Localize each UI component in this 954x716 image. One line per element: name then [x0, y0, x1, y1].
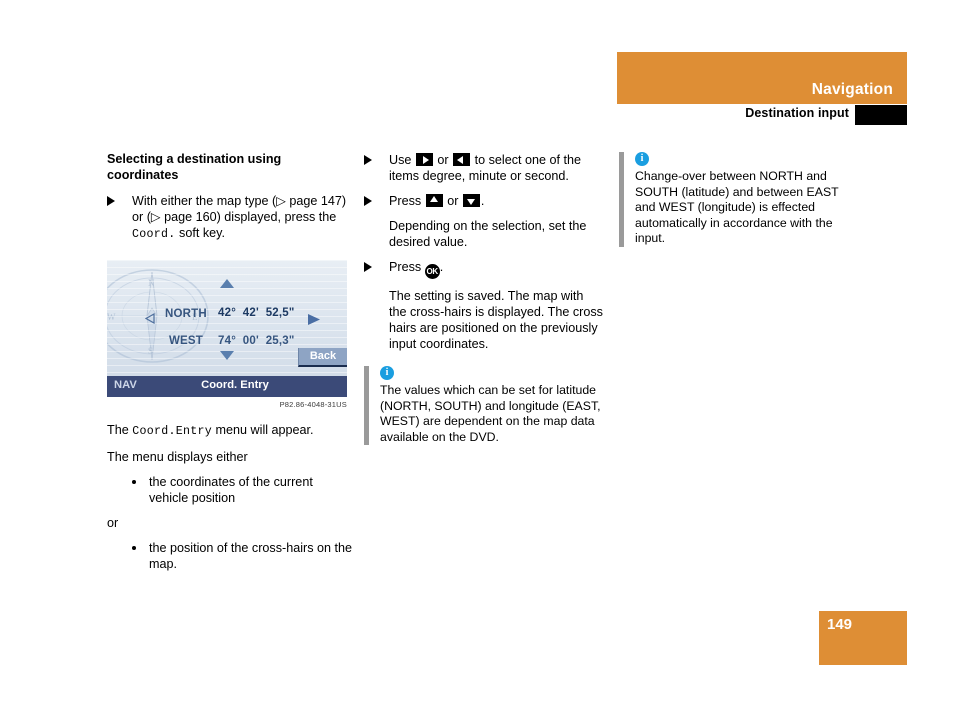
arrow-left-key-icon — [453, 153, 471, 166]
menu-appear-text: The Coord.Entry menu will appear. — [107, 422, 352, 440]
arrow-right-key-icon — [415, 153, 433, 166]
triangle-bullet-icon — [107, 196, 115, 206]
left-column-continued: The Coord.Entry menu will appear. The me… — [107, 422, 352, 581]
section-heading: Selecting a destination using coordinate… — [107, 152, 282, 182]
note-text: Change-over between NORTH and SOUTH (lat… — [635, 169, 839, 245]
step-item: With either the map type (▷ page 147) or… — [107, 193, 347, 243]
longitude-value[interactable]: 74° 00' 25,3" — [218, 335, 295, 347]
info-icon: i — [635, 152, 649, 166]
middle-column: Use or to select one of the items degree… — [364, 152, 604, 445]
screen-right-arrow-icon[interactable] — [307, 313, 321, 326]
step-text-a: Press — [389, 194, 425, 208]
nav-screen: N S W E NORTH 42° 42' 52,5" WEST 74° 00'… — [107, 260, 347, 376]
list-item-label: the coordinates of the current vehicle p… — [149, 475, 313, 505]
ok-key-icon: OK — [424, 264, 440, 279]
svg-text:W: W — [107, 312, 116, 322]
step-text-b: or — [433, 153, 453, 167]
bullet-list-first: the coordinates of the current vehicle p… — [107, 474, 352, 506]
header-subtitle: Destination input — [745, 106, 849, 120]
page-title: Navigation — [811, 81, 893, 98]
list-item-label: the position of the cross-hairs on the m… — [149, 541, 353, 571]
info-note-middle: i The values which can be set for latitu… — [364, 366, 604, 445]
back-soft-key[interactable]: Back — [298, 348, 347, 367]
nav-menu-title: Coord. Entry — [201, 379, 269, 391]
header-banner: Navigation — [617, 52, 907, 104]
menu-appear-text-a: The — [107, 423, 133, 437]
bullet-list-second: the position of the cross-hairs on the m… — [107, 540, 352, 572]
list-item: the position of the cross-hairs on the m… — [107, 540, 352, 572]
triangle-bullet-icon — [364, 155, 372, 165]
step-note-paragraph: Depending on the selection, set the desi… — [389, 219, 587, 249]
bullet-dot-icon — [132, 546, 136, 550]
page-number: 149 — [827, 616, 853, 633]
step-item: Press or . — [364, 193, 604, 209]
left-column: Selecting a destination using coordinate… — [107, 152, 347, 252]
info-note-right: i Change-over between NORTH and SOUTH (l… — [619, 152, 859, 247]
header-black-block — [855, 105, 907, 125]
step-text-c: . — [480, 194, 485, 208]
step-item: Press OK. — [364, 259, 604, 279]
navigation-screen-figure: N S W E NORTH 42° 42' 52,5" WEST 74° 00'… — [107, 260, 347, 409]
list-item: the coordinates of the current vehicle p… — [107, 474, 352, 506]
bullet-dot-icon — [132, 480, 136, 484]
menu-appear-text-b: menu will appear. — [212, 423, 314, 437]
step-text-a: With either the map type (▷ page 147) or… — [132, 194, 347, 224]
right-column: i Change-over between NORTH and SOUTH (l… — [619, 152, 859, 247]
triangle-bullet-icon — [364, 262, 372, 272]
note-rule — [619, 152, 624, 247]
svg-text:N: N — [148, 278, 155, 288]
page-number-banner: 149 — [819, 611, 907, 665]
figure-caption: P82.86-4048-31US — [279, 400, 347, 409]
menu-displays-text: The menu displays either — [107, 450, 248, 464]
softkey-name: Coord. — [132, 228, 176, 241]
step-text-a: Press — [389, 260, 425, 274]
arrow-up-key-icon — [425, 194, 443, 207]
step-item: Use or to select one of the items degree… — [364, 152, 604, 184]
step-text-b: or — [443, 194, 462, 208]
manual-page: Navigation Destination input Selecting a… — [0, 0, 954, 716]
latitude-value[interactable]: 42° 42' 52,5" — [218, 307, 295, 319]
result-paragraph: The setting is saved. The map with the c… — [389, 289, 603, 351]
screen-down-arrow-icon[interactable] — [220, 351, 234, 360]
arrow-down-key-icon — [462, 194, 480, 207]
note-rule — [364, 366, 369, 445]
menu-name: Coord.Entry — [132, 425, 213, 438]
step-text-a: Use — [389, 153, 415, 167]
longitude-label: WEST — [169, 335, 204, 347]
step-text-b: . — [439, 260, 444, 274]
note-text: The values which can be set for latitude… — [380, 383, 601, 444]
triangle-bullet-icon — [364, 196, 372, 206]
or-separator: or — [107, 516, 119, 530]
nav-status-bar: NAV Coord. Entry — [107, 376, 347, 397]
info-icon: i — [380, 366, 394, 380]
svg-text:S: S — [148, 346, 153, 356]
screen-up-arrow-icon[interactable] — [220, 279, 234, 288]
latitude-label: NORTH — [165, 308, 207, 320]
step-text-b: soft key. — [175, 226, 226, 240]
